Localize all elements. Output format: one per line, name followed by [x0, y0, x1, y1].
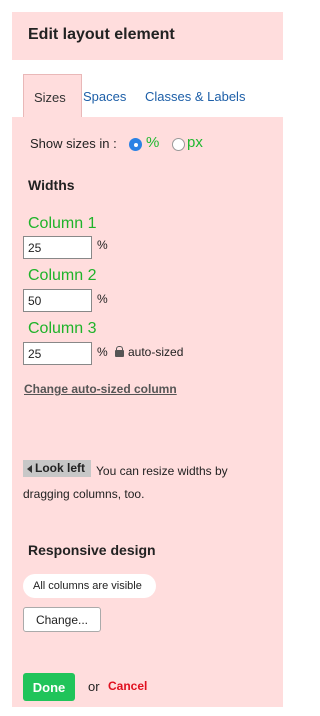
dialog-title: Edit layout element: [28, 26, 175, 43]
sizes-panel: Show sizes in : % px Widths Column 1 % C…: [12, 117, 283, 707]
visibility-status-text: All columns are visible: [33, 580, 142, 592]
column-3-heading: Column 3: [28, 320, 97, 337]
tab-classes-labels[interactable]: Classes & Labels: [145, 89, 245, 104]
visibility-status-badge: All columns are visible: [23, 574, 156, 598]
tab-sizes-label: Sizes: [34, 90, 66, 105]
column-1-unit: %: [97, 238, 108, 252]
resize-hint-text: You can resize widths by dragging column…: [23, 464, 228, 501]
show-sizes-label: Show sizes in :: [30, 136, 117, 151]
column-2-width-input[interactable]: [23, 289, 92, 312]
dialog-header: Edit layout element: [12, 12, 283, 60]
unit-percent-radio[interactable]: [129, 138, 142, 151]
lock-icon: [114, 346, 125, 357]
column-3-width-input[interactable]: [23, 342, 92, 365]
done-label: Done: [32, 680, 66, 695]
responsive-design-title: Responsive design: [28, 542, 156, 558]
tab-sizes[interactable]: Sizes: [23, 74, 82, 118]
widths-title: Widths: [28, 177, 75, 193]
cancel-link[interactable]: Cancel: [108, 679, 147, 693]
change-auto-sized-column-link[interactable]: Change auto-sized column: [24, 382, 177, 396]
unit-percent-label[interactable]: %: [146, 134, 159, 151]
column-1-width-input[interactable]: [23, 236, 92, 259]
done-button[interactable]: Done: [23, 673, 75, 701]
column-2-heading: Column 2: [28, 267, 97, 284]
tab-spaces[interactable]: Spaces: [83, 89, 126, 104]
or-text: or: [88, 679, 100, 694]
column-1-heading: Column 1: [28, 215, 97, 232]
change-responsive-button[interactable]: Change...: [23, 607, 101, 632]
change-responsive-label: Change...: [35, 613, 89, 627]
unit-px-radio[interactable]: [172, 138, 185, 151]
auto-sized-label: auto-sized: [128, 345, 184, 359]
column-2-unit: %: [97, 292, 108, 306]
column-3-unit: %: [97, 345, 108, 359]
unit-px-label[interactable]: px: [187, 134, 203, 151]
tab-bar: Sizes Spaces Classes & Labels: [12, 72, 283, 118]
